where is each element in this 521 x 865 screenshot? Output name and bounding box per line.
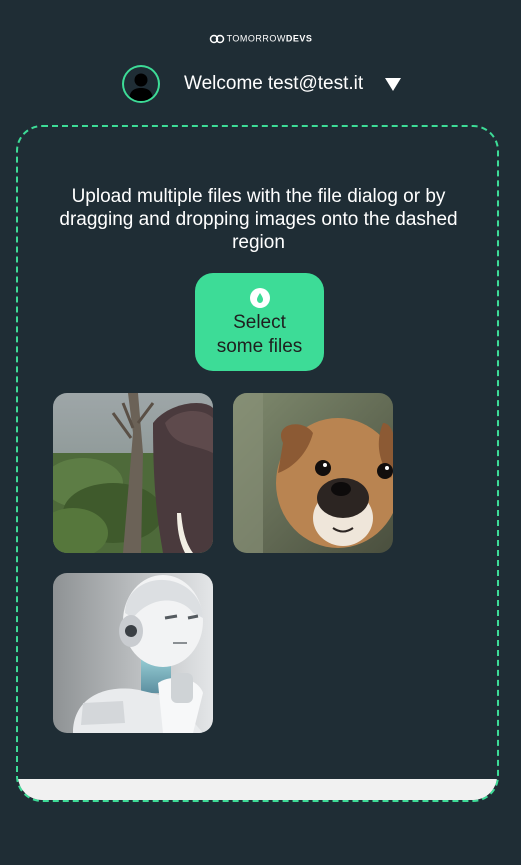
upload-instructions: Upload multiple files with the file dial… bbox=[59, 186, 458, 253]
select-button-line1: Select bbox=[233, 312, 286, 333]
brand-logo[interactable]: TOMORROWDEVS bbox=[0, 32, 521, 45]
user-email: test@test.it bbox=[267, 73, 364, 94]
thumbnail-robot[interactable] bbox=[53, 573, 213, 733]
dropzone-footer-bar bbox=[18, 779, 497, 800]
select-button-line2: some files bbox=[216, 336, 303, 357]
page: TOMORROWDEVS Welcome test@test.it Upload … bbox=[0, 0, 521, 865]
tomorrowdevs-logo-icon bbox=[209, 34, 224, 43]
puppy-image bbox=[233, 393, 393, 553]
elephant-image bbox=[53, 393, 213, 553]
brand-name-light: TOMORROW bbox=[226, 33, 286, 44]
file-drop-zone[interactable]: Upload multiple files with the file dial… bbox=[16, 125, 499, 802]
upload-drop-icon bbox=[249, 288, 270, 308]
welcome-message: Welcome test@test.it bbox=[184, 72, 363, 96]
user-avatar-icon[interactable] bbox=[122, 65, 160, 103]
brand-name-bold: DEVS bbox=[285, 33, 313, 44]
thumbnail-puppy[interactable] bbox=[233, 393, 393, 553]
select-files-button[interactable]: Select some files bbox=[195, 273, 324, 371]
thumbnail-elephant[interactable] bbox=[53, 393, 213, 553]
robot-image bbox=[53, 573, 213, 733]
welcome-label: Welcome bbox=[184, 73, 263, 94]
user-header: Welcome test@test.it bbox=[122, 63, 402, 105]
dropdown-triangle-icon[interactable] bbox=[385, 77, 402, 91]
